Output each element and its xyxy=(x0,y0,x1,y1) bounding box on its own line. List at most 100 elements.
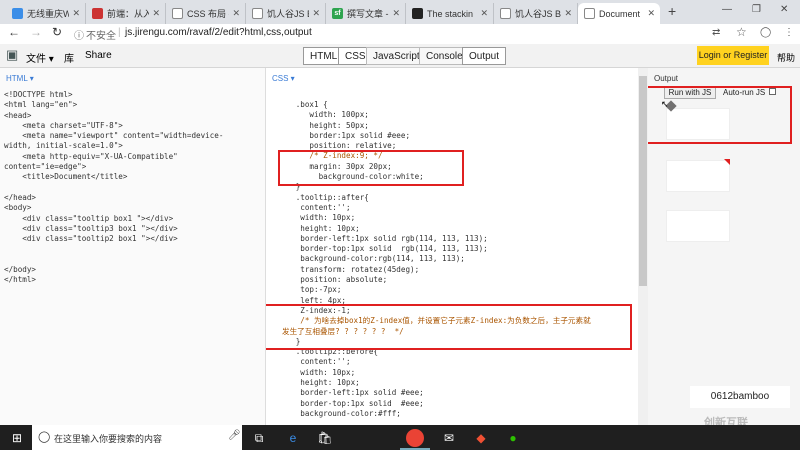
back-button[interactable]: ← xyxy=(8,25,20,39)
code-line[interactable]: border:1px solid #eee; xyxy=(282,131,591,141)
mail-icon[interactable]: ✉ xyxy=(440,429,458,447)
github-icon xyxy=(412,8,423,19)
code-line[interactable]: width: 100px; xyxy=(282,110,591,120)
browser-tab-active[interactable]: Document ✕ xyxy=(578,3,660,24)
code-line[interactable]: transform: rotatez(45deg); xyxy=(282,265,591,275)
close-icon[interactable]: ✕ xyxy=(312,8,320,19)
browser-tab-2[interactable]: 前端：从入门 ✕ xyxy=(86,3,166,24)
code-line[interactable]: border-top:1px solid rgb(114, 113, 113); xyxy=(282,244,591,254)
code-line[interactable]: </head> xyxy=(4,193,223,203)
translate-icon[interactable]: ⇄ xyxy=(712,27,720,38)
taskbar-search-box[interactable]: ◯ 在这里输入你要搜索的内容 🎤︎ xyxy=(32,425,242,450)
file-menu[interactable]: 文件 ▾ xyxy=(26,50,54,65)
code-line[interactable]: background-color:#fff; xyxy=(282,409,591,419)
close-icon[interactable]: ✕ xyxy=(647,8,655,19)
close-icon[interactable]: ✕ xyxy=(232,8,240,19)
code-line[interactable]: <!DOCTYPE html> xyxy=(4,90,223,100)
code-line[interactable] xyxy=(4,183,223,193)
restore-button[interactable]: ❐ xyxy=(752,4,761,15)
code-line[interactable]: width: 10px; xyxy=(282,368,591,378)
code-line[interactable] xyxy=(4,244,223,254)
panel-toggle-javascript[interactable]: JavaScript xyxy=(366,47,427,65)
close-icon[interactable]: ✕ xyxy=(392,8,400,19)
info-icon[interactable]: ⓘ xyxy=(74,27,84,42)
css-scrollbar[interactable] xyxy=(638,68,648,425)
code-line[interactable]: position: absolute; xyxy=(282,275,591,285)
code-line[interactable]: background-color:rgb(114, 113, 113); xyxy=(282,254,591,264)
account-icon[interactable]: ◯ xyxy=(760,27,771,38)
browser-tab-7[interactable]: 饥人谷JS Bi ✕ xyxy=(494,3,578,24)
windows-icon[interactable]: ⊞ xyxy=(8,429,26,447)
close-icon[interactable]: ✕ xyxy=(72,8,80,19)
browser-tab-1[interactable]: 无线重庆Wi ✕ xyxy=(6,3,86,24)
jsbin-logo-icon[interactable]: ▣ xyxy=(6,47,18,63)
mic-icon[interactable]: 🎤︎ xyxy=(228,430,241,441)
edge-icon[interactable]: e xyxy=(284,429,302,447)
panel-toggle-output[interactable]: Output xyxy=(462,47,507,65)
share-menu[interactable]: Share xyxy=(85,50,112,61)
code-line[interactable]: <div class="tooltip3 box1 "></div> xyxy=(4,224,223,234)
code-line[interactable]: .box1 { xyxy=(282,100,591,110)
html-editor-pane[interactable]: HTML ▾ <!DOCTYPE html> <html lang="en"> <h… xyxy=(0,68,266,425)
browser-tab-3[interactable]: CSS 布局 - ✕ xyxy=(166,3,246,24)
code-line[interactable]: border-top:1px solid #eee; xyxy=(282,399,591,409)
code-line[interactable]: content="ie=edge"> xyxy=(4,162,223,172)
code-line[interactable]: <div class="tooltip box1 "></div> xyxy=(4,214,223,224)
browser-tab-6[interactable]: The stackin ✕ xyxy=(406,3,494,24)
store-icon[interactable]: 🛍︎ xyxy=(316,429,334,447)
wechat-icon[interactable]: ● xyxy=(504,429,522,447)
code-line[interactable]: width: 10px; xyxy=(282,213,591,223)
code-line[interactable]: .tooltip::after{ xyxy=(282,193,591,203)
forward-button[interactable]: → xyxy=(30,25,42,39)
code-line[interactable]: </html> xyxy=(4,275,223,285)
chrome-icon[interactable] xyxy=(406,429,424,447)
output-box-tooltip3 xyxy=(666,160,730,192)
code-line[interactable]: top:-7px; xyxy=(282,285,591,295)
close-window-button[interactable]: ✕ xyxy=(780,4,788,15)
close-icon[interactable]: ✕ xyxy=(152,8,160,19)
scrollbar-thumb[interactable] xyxy=(639,76,647,286)
html-code[interactable]: <!DOCTYPE html> <html lang="en"> <head> <m… xyxy=(4,90,223,286)
app-toolbar: ▣ 文件 ▾ 库 Share HTML CSS JavaScript Conso… xyxy=(0,44,800,68)
library-menu[interactable]: 库 xyxy=(64,50,74,65)
task-view-icon[interactable]: ⧉ xyxy=(250,429,268,447)
help-link[interactable]: 帮助 xyxy=(777,51,795,64)
close-icon[interactable]: ✕ xyxy=(564,8,572,19)
code-line[interactable]: content:''; xyxy=(282,357,591,367)
reload-button[interactable]: ↻ xyxy=(52,25,62,39)
code-line[interactable]: <html lang="en"> xyxy=(4,100,223,110)
minimize-button[interactable]: — xyxy=(722,4,732,15)
code-line[interactable]: <meta charset="UTF-8"> xyxy=(4,121,223,131)
star-icon[interactable]: ☆ xyxy=(736,25,747,39)
css-code[interactable]: .box1 { width: 100px; height: 50px; bord… xyxy=(282,100,591,419)
css-pane-label[interactable]: CSS ▾ xyxy=(272,74,295,83)
watermark-username: 0612bamboo xyxy=(690,386,790,408)
code-line[interactable]: content:''; xyxy=(282,203,591,213)
code-line[interactable]: <head> xyxy=(4,111,223,121)
code-line[interactable]: width, initial-scale=1.0"> xyxy=(4,141,223,151)
browser-tab-4[interactable]: 饥人谷JS Bi ✕ xyxy=(246,3,326,24)
code-line[interactable]: height: 50px; xyxy=(282,121,591,131)
separator: | xyxy=(118,27,121,38)
close-icon[interactable]: ✕ xyxy=(480,8,488,19)
new-tab-button[interactable]: + xyxy=(668,3,676,19)
css-editor-pane[interactable]: CSS ▾ .box1 { width: 100px; height: 50px… xyxy=(266,68,638,425)
code-line[interactable] xyxy=(4,255,223,265)
code-line[interactable]: </body> xyxy=(4,265,223,275)
html-pane-label[interactable]: HTML ▾ xyxy=(6,74,34,83)
code-line[interactable]: <meta name="viewport" content="width=dev… xyxy=(4,131,223,141)
login-button[interactable]: Login or Register xyxy=(697,46,769,65)
browser-tab-5[interactable]: sf 撰写文章 - ✕ xyxy=(326,3,406,24)
code-line[interactable]: <meta http-equiv="X-UA-Compatible" xyxy=(4,152,223,162)
code-line[interactable]: <body> xyxy=(4,203,223,213)
code-line[interactable]: border-left:1px solid rgb(114, 113, 113)… xyxy=(282,234,591,244)
code-line[interactable]: height: 10px; xyxy=(282,378,591,388)
code-line[interactable]: border-left:1px solid #eee; xyxy=(282,388,591,398)
taskbar-search-input[interactable]: 在这里输入你要搜索的内容 xyxy=(54,432,162,445)
code-line[interactable]: height: 10px; xyxy=(282,224,591,234)
code-line[interactable]: <div class="tooltip2 box1 "></div> xyxy=(4,234,223,244)
git-icon[interactable]: ◆ xyxy=(472,429,490,447)
url-field[interactable]: js.jirengu.com/ravaf/2/edit?html,css,out… xyxy=(125,27,312,38)
code-line[interactable]: <title>Document</title> xyxy=(4,172,223,182)
menu-icon[interactable]: ⋮ xyxy=(784,27,794,38)
